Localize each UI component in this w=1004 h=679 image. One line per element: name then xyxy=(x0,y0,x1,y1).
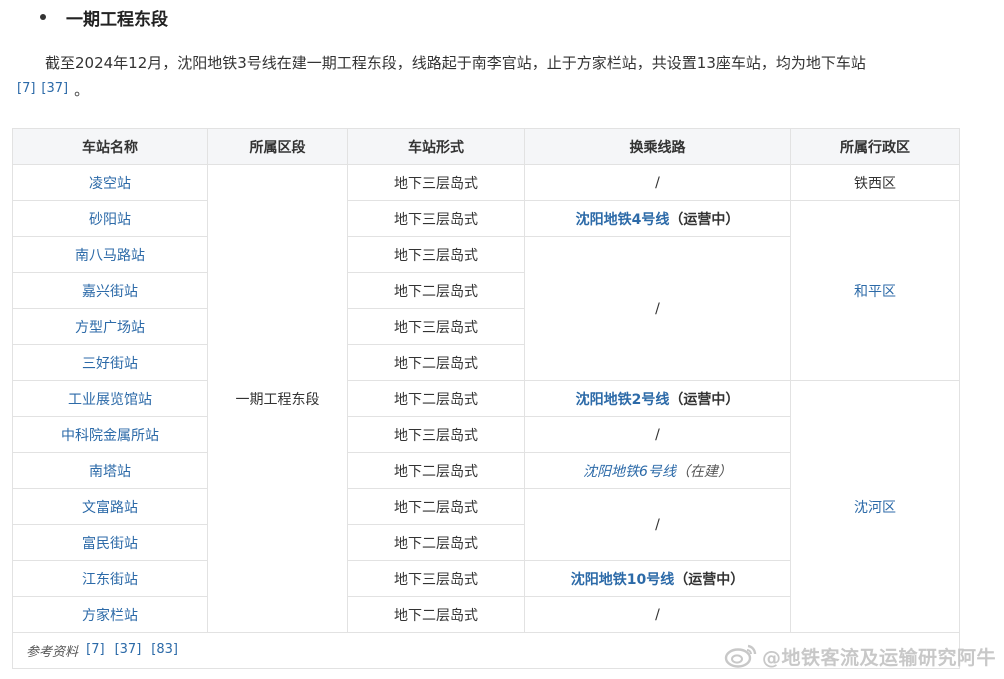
transfer-line-link[interactable]: 沈阳地铁4号线 xyxy=(576,212,670,228)
watermark-text: @地铁客流及运输研究阿牛 xyxy=(761,646,996,669)
station-form: 地下三层岛式 xyxy=(347,416,525,453)
station-link[interactable]: 南塔站 xyxy=(89,464,131,480)
station-link[interactable]: 文富路站 xyxy=(82,500,138,516)
transfer-status: （在建） xyxy=(675,463,732,480)
station-form: 地下三层岛式 xyxy=(347,236,525,273)
station-link[interactable]: 南八马路站 xyxy=(75,248,145,264)
citation-link[interactable]: [37] xyxy=(115,642,142,657)
station-link[interactable]: 工业展览馆站 xyxy=(68,392,152,408)
station-form: 地下二层岛式 xyxy=(347,488,525,525)
citation-link[interactable]: [83] xyxy=(151,642,178,657)
column-header: 所属行政区 xyxy=(790,128,960,165)
transfer-none: / xyxy=(524,416,791,453)
station-form: 地下二层岛式 xyxy=(347,524,525,561)
citation-link[interactable]: [7] xyxy=(17,81,35,96)
transfer-cell: 沈阳地铁4号线（运营中） xyxy=(524,200,791,237)
section-heading: 一期工程东段 xyxy=(40,5,168,30)
transfer-cell: 沈阳地铁6号线（在建） xyxy=(524,452,791,489)
table-header-row: 车站名称 所属区段 车站形式 换乘线路 所属行政区 xyxy=(12,128,960,165)
station-form: 地下三层岛式 xyxy=(347,308,525,345)
transfer-cell: 沈阳地铁2号线（运营中） xyxy=(524,380,791,417)
transfer-cell: 沈阳地铁10号线（运营中） xyxy=(524,560,791,597)
district-link[interactable]: 和平区 xyxy=(854,284,896,300)
table-row: 砂阳站 地下三层岛式 沈阳地铁4号线（运营中） 和平区 xyxy=(12,200,960,381)
district-text: 铁西区 xyxy=(854,175,896,192)
transfer-status: （运营中） xyxy=(674,571,745,588)
section-heading-text: 一期工程东段 xyxy=(66,9,168,30)
station-link[interactable]: 富民街站 xyxy=(82,536,138,552)
district-cell: 铁西区 xyxy=(790,164,960,201)
transfer-line-link[interactable]: 沈阳地铁6号线 xyxy=(583,464,676,480)
references-label: 参考资料 xyxy=(26,645,79,660)
bullet-icon xyxy=(40,14,46,20)
station-link[interactable]: 中科院金属所站 xyxy=(61,428,159,444)
station-table: 车站名称 所属区段 车站形式 换乘线路 所属行政区 凌空站 一期工程东段 地下三… xyxy=(12,128,960,669)
station-form: 地下三层岛式 xyxy=(347,200,525,237)
citation-link[interactable]: [37] xyxy=(41,81,68,96)
station-form: 地下三层岛式 xyxy=(347,560,525,597)
transfer-none: / xyxy=(524,488,791,561)
table-row: 工业展览馆站 地下二层岛式 沈阳地铁2号线（运营中） 沈河区 xyxy=(12,380,960,633)
segment-cell: 一期工程东段 xyxy=(207,164,348,633)
intro-paragraph: 截至2024年12月，沈阳地铁3号线在建一期工程东段，线路起于南李官站，止于方家… xyxy=(17,50,1002,103)
transfer-line-link[interactable]: 沈阳地铁2号线 xyxy=(576,392,670,408)
transfer-status: （运营中） xyxy=(669,391,740,408)
transfer-none: / xyxy=(524,164,791,201)
station-link[interactable]: 嘉兴街站 xyxy=(82,284,138,300)
station-form: 地下二层岛式 xyxy=(347,380,525,417)
column-header: 车站形式 xyxy=(347,128,525,165)
transfer-status: （运营中） xyxy=(669,211,740,228)
transfer-none: / xyxy=(524,596,791,633)
transfer-none: / xyxy=(524,236,791,381)
column-header: 换乘线路 xyxy=(524,128,791,165)
station-form: 地下二层岛式 xyxy=(347,272,525,309)
table-row: 凌空站 一期工程东段 地下三层岛式 / 铁西区 xyxy=(12,164,960,633)
station-link[interactable]: 江东街站 xyxy=(82,572,138,588)
intro-end: 。 xyxy=(74,81,90,99)
station-form: 地下二层岛式 xyxy=(347,596,525,633)
transfer-line-link[interactable]: 沈阳地铁10号线 xyxy=(571,572,674,588)
column-header: 所属区段 xyxy=(207,128,348,165)
column-header: 车站名称 xyxy=(12,128,208,165)
watermark: @地铁客流及运输研究阿牛 xyxy=(724,640,996,672)
station-link[interactable]: 三好街站 xyxy=(82,356,138,372)
intro-text: 截至2024年12月，沈阳地铁3号线在建一期工程东段，线路起于南李官站，止于方家… xyxy=(45,54,866,72)
district-cell: 和平区 xyxy=(790,200,960,381)
station-link[interactable]: 方型广场站 xyxy=(75,320,145,336)
station-link[interactable]: 方家栏站 xyxy=(82,608,138,624)
station-link[interactable]: 凌空站 xyxy=(89,176,131,192)
citation-link[interactable]: [7] xyxy=(86,642,104,657)
station-form: 地下二层岛式 xyxy=(347,344,525,381)
station-form: 地下三层岛式 xyxy=(347,164,525,201)
station-link[interactable]: 砂阳站 xyxy=(89,212,131,228)
district-cell: 沈河区 xyxy=(790,380,960,633)
district-link[interactable]: 沈河区 xyxy=(854,500,896,516)
station-form: 地下二层岛式 xyxy=(347,452,525,489)
weibo-icon xyxy=(724,644,757,668)
